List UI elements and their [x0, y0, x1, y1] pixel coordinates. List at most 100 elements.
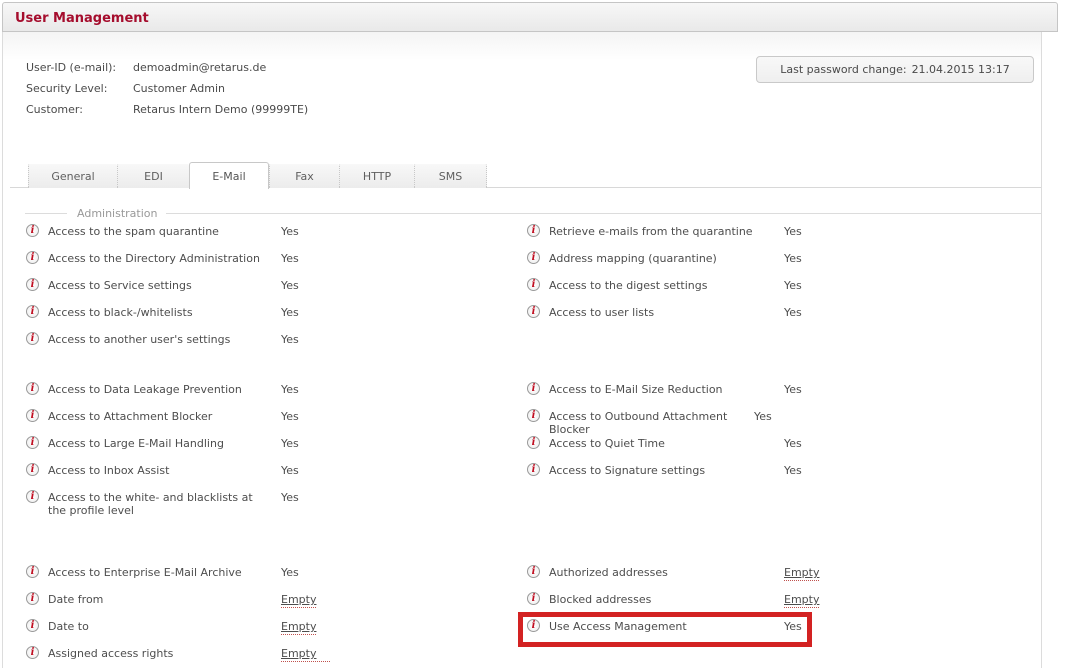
setting-label: Access to Inbox Assist — [48, 464, 281, 477]
info-icon[interactable]: i — [26, 332, 39, 345]
setting-row: i Date to Empty — [26, 620, 376, 647]
page-title: User Management — [3, 3, 1057, 26]
info-icon[interactable]: i — [26, 305, 39, 318]
tab-fax[interactable]: Fax — [269, 164, 339, 188]
setting-label: Access to black-/whitelists — [48, 306, 281, 319]
setting-label: Blocked addresses — [549, 593, 784, 606]
info-icon[interactable]: i — [527, 592, 540, 605]
user-info-block: User-ID (e-mail): demoadmin@retarus.de S… — [26, 60, 308, 123]
info-icon[interactable]: i — [26, 463, 39, 476]
info-icon[interactable]: i — [26, 565, 39, 578]
setting-value: Yes — [281, 252, 299, 265]
user-id-value: demoadmin@retarus.de — [133, 60, 266, 81]
info-icon[interactable]: i — [26, 436, 39, 449]
setting-value: Empty — [281, 647, 330, 662]
info-icon[interactable]: i — [527, 619, 540, 632]
setting-label: Address mapping (quarantine) — [549, 252, 784, 265]
security-level-row: Security Level: Customer Admin — [26, 81, 308, 102]
setting-row: i Access to another user's settings Yes — [26, 333, 376, 360]
tab-bar: General EDI E-Mail Fax HTTP SMS — [28, 161, 487, 188]
setting-value: Yes — [784, 464, 802, 477]
info-icon[interactable]: i — [26, 409, 39, 422]
legend-text: Administration — [67, 207, 166, 220]
setting-label: Access to Attachment Blocker — [48, 410, 281, 423]
setting-row: i Access to Large E-Mail Handling Yes — [26, 437, 376, 464]
customer-value: Retarus Intern Demo (99999TE) — [133, 102, 308, 123]
setting-value: Yes — [281, 225, 299, 238]
info-icon[interactable]: i — [26, 251, 39, 264]
setting-value: Yes — [784, 383, 802, 396]
last-password-change-label: Last password change: — [780, 63, 906, 76]
info-icon[interactable]: i — [26, 592, 39, 605]
setting-value: Empty — [784, 593, 819, 608]
user-id-row: User-ID (e-mail): demoadmin@retarus.de — [26, 60, 308, 81]
setting-row: i Access to black-/whitelists Yes — [26, 306, 376, 333]
setting-row: i Access to Signature settings Yes — [527, 464, 877, 491]
setting-row: i Access to Quiet Time Yes — [527, 437, 877, 464]
customer-row: Customer: Retarus Intern Demo (99999TE) — [26, 102, 308, 123]
setting-label: Access to another user's settings — [48, 333, 281, 346]
security-level-value: Customer Admin — [133, 81, 225, 102]
setting-label: Assigned access rights — [48, 647, 281, 660]
setting-value: Yes — [281, 279, 299, 292]
tab-email[interactable]: E-Mail — [189, 162, 269, 189]
setting-row: i Access to Outbound Attachment Blocker … — [527, 410, 877, 437]
info-icon[interactable]: i — [527, 409, 540, 422]
setting-row: i Access to the white- and blacklists at… — [26, 491, 376, 518]
info-icon[interactable]: i — [527, 382, 540, 395]
settings-group2-left: i Access to Data Leakage Prevention Yes … — [26, 383, 376, 518]
info-icon[interactable]: i — [26, 224, 39, 237]
settings-group3-right: i Authorized addresses Empty i Blocked a… — [527, 566, 877, 647]
info-icon[interactable]: i — [527, 565, 540, 578]
info-icon[interactable]: i — [527, 224, 540, 237]
tab-sms[interactable]: SMS — [414, 164, 487, 188]
setting-value: Yes — [754, 410, 772, 423]
tab-edi[interactable]: EDI — [117, 164, 189, 188]
setting-row: i Assigned access rights Empty — [26, 647, 376, 668]
setting-value: Yes — [281, 333, 299, 346]
settings-group1-right: i Retrieve e-mails from the quarantine Y… — [527, 225, 877, 333]
setting-label: Authorized addresses — [549, 566, 784, 579]
setting-label: Access to Service settings — [48, 279, 281, 292]
setting-label: Retrieve e-mails from the quarantine — [549, 225, 784, 238]
settings-group1-left: i Access to the spam quarantine Yes i Ac… — [26, 225, 376, 360]
user-id-label: User-ID (e-mail): — [26, 60, 133, 81]
info-icon[interactable]: i — [26, 382, 39, 395]
setting-value: Yes — [281, 437, 299, 450]
info-icon[interactable]: i — [26, 278, 39, 291]
setting-label: Access to user lists — [549, 306, 784, 319]
last-password-change-box: Last password change: 21.04.2015 13:17 — [756, 56, 1034, 83]
setting-row: i Retrieve e-mails from the quarantine Y… — [527, 225, 877, 252]
info-icon[interactable]: i — [527, 251, 540, 264]
settings-group2-right: i Access to E-Mail Size Reduction Yes i … — [527, 383, 877, 491]
tab-general[interactable]: General — [28, 164, 117, 188]
setting-value: Empty — [281, 620, 316, 635]
info-icon[interactable]: i — [26, 490, 39, 503]
setting-row: i Address mapping (quarantine) Yes — [527, 252, 877, 279]
setting-row: i Blocked addresses Empty — [527, 593, 877, 620]
setting-label: Access to the white- and blacklists at t… — [48, 491, 281, 517]
setting-row: i Authorized addresses Empty — [527, 566, 877, 593]
setting-value: Empty — [784, 566, 819, 581]
setting-row: i Access to user lists Yes — [527, 306, 877, 333]
setting-label: Access to Large E-Mail Handling — [48, 437, 281, 450]
info-icon[interactable]: i — [26, 619, 39, 632]
setting-label: Access to the digest settings — [549, 279, 784, 292]
info-icon[interactable]: i — [527, 305, 540, 318]
legend-line-left — [25, 213, 67, 214]
info-icon[interactable]: i — [26, 646, 39, 659]
user-management-page: User Management User-ID (e-mail): demoad… — [0, 0, 1065, 668]
setting-value: Yes — [281, 566, 299, 579]
setting-row: i Access to Inbox Assist Yes — [26, 464, 376, 491]
info-icon[interactable]: i — [527, 436, 540, 449]
setting-row: i Access to E-Mail Size Reduction Yes — [527, 383, 877, 410]
setting-row: i Date from Empty — [26, 593, 376, 620]
setting-value: Yes — [784, 620, 802, 633]
setting-label: Date to — [48, 620, 281, 633]
setting-value: Yes — [281, 410, 299, 423]
setting-row: i Access to Enterprise E-Mail Archive Ye… — [26, 566, 376, 593]
tab-http[interactable]: HTTP — [339, 164, 414, 188]
info-icon[interactable]: i — [527, 463, 540, 476]
info-icon[interactable]: i — [527, 278, 540, 291]
setting-value: Yes — [281, 464, 299, 477]
